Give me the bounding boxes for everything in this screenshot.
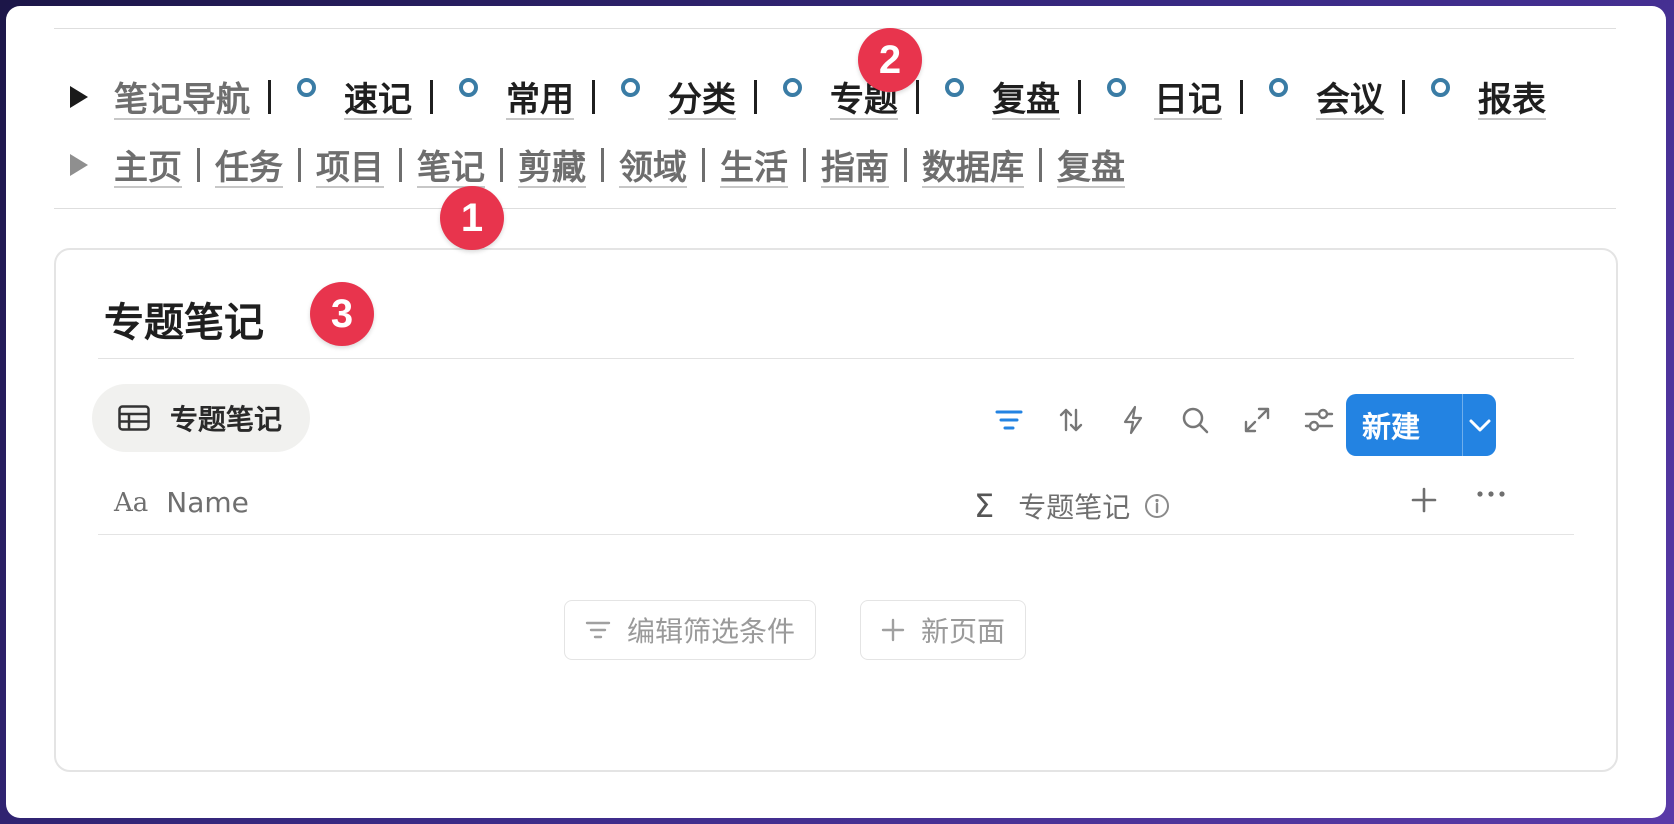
separator bbox=[592, 79, 595, 114]
nav-item-tasks[interactable]: 任务 bbox=[215, 140, 283, 189]
ellipsis-icon bbox=[1477, 491, 1505, 497]
bullet-icon bbox=[459, 78, 478, 97]
nav-item-review2[interactable]: 复盘 bbox=[1057, 140, 1125, 189]
nav-item-projects[interactable]: 项目 bbox=[316, 140, 384, 189]
separator bbox=[904, 147, 907, 182]
separator bbox=[399, 147, 402, 182]
nav-divider bbox=[54, 208, 1616, 209]
toggle-triangle-icon[interactable] bbox=[70, 85, 88, 108]
sort-icon bbox=[1059, 408, 1083, 432]
column-name-label: Name bbox=[166, 486, 249, 519]
secondary-nav: 主页 任务 项目 笔记 剪藏 领域 生活 指南 数据库 复盘 bbox=[70, 140, 1125, 189]
separator bbox=[601, 147, 604, 182]
sigma-icon: Σ bbox=[974, 487, 995, 525]
annotation-badge-1: 1 bbox=[440, 186, 504, 250]
new-button[interactable]: 新建 bbox=[1346, 394, 1496, 456]
column-header-name[interactable]: Aa Name bbox=[114, 486, 249, 519]
filter-icon bbox=[585, 621, 611, 639]
annotation-badge-3: 3 bbox=[310, 282, 374, 346]
column-header-rollup[interactable]: Σ 专题笔记 bbox=[974, 486, 1170, 526]
separator bbox=[268, 79, 271, 114]
separator bbox=[1039, 147, 1042, 182]
chevron-down-icon bbox=[1469, 419, 1490, 432]
new-page-label: 新页面 bbox=[921, 615, 1006, 648]
bullet-icon bbox=[297, 78, 316, 97]
edit-filter-label: 编辑筛选条件 bbox=[627, 615, 796, 648]
nav-title-link[interactable]: 笔记导航 bbox=[114, 72, 250, 121]
top-divider bbox=[54, 28, 1616, 29]
bullet-icon bbox=[621, 78, 640, 97]
sliders-icon bbox=[1304, 408, 1334, 432]
info-icon[interactable] bbox=[1144, 493, 1170, 519]
automation-button[interactable] bbox=[1102, 400, 1164, 440]
nav-item-review[interactable]: 复盘 bbox=[992, 72, 1060, 121]
primary-nav: 笔记导航 速记 常用 分类 专题 复盘 日记 会议 报表 bbox=[70, 72, 1546, 121]
lightning-icon bbox=[1123, 405, 1143, 435]
bullet-icon bbox=[1107, 78, 1126, 97]
new-button-label: 新建 bbox=[1362, 410, 1421, 444]
bullet-icon bbox=[1269, 78, 1288, 97]
toggle-triangle-icon[interactable] bbox=[70, 153, 88, 176]
table-header: Aa Name Σ 专题笔记 bbox=[98, 478, 1574, 535]
separator bbox=[298, 147, 301, 182]
nav-item-areas[interactable]: 领域 bbox=[619, 140, 687, 189]
column-rollup-label: 专题笔记 bbox=[1018, 491, 1131, 524]
view-tab-table[interactable]: 专题笔记 bbox=[92, 384, 311, 452]
nav-item-life[interactable]: 生活 bbox=[720, 140, 788, 189]
nav-item-category[interactable]: 分类 bbox=[668, 72, 736, 121]
nav-item-home[interactable]: 主页 bbox=[114, 140, 182, 189]
app-window: 笔记导航 速记 常用 分类 专题 复盘 日记 会议 报表 主页 任务 项目 笔记 bbox=[6, 6, 1666, 818]
separator bbox=[702, 147, 705, 182]
nav-item-diary[interactable]: 日记 bbox=[1154, 72, 1222, 121]
nav-item-quick[interactable]: 速记 bbox=[344, 72, 412, 121]
nav-item-guide[interactable]: 指南 bbox=[821, 140, 889, 189]
nav-item-report[interactable]: 报表 bbox=[1478, 72, 1546, 121]
bullet-icon bbox=[1431, 78, 1450, 97]
toolbar bbox=[978, 400, 1350, 440]
settings-button[interactable] bbox=[1288, 400, 1350, 440]
nav-item-common[interactable]: 常用 bbox=[506, 72, 574, 121]
nav-item-notes[interactable]: 笔记 bbox=[417, 140, 485, 189]
panel-divider bbox=[98, 358, 1574, 359]
separator bbox=[1078, 79, 1081, 114]
edit-filter-button[interactable]: 编辑筛选条件 bbox=[564, 600, 817, 660]
new-dropdown-toggle[interactable] bbox=[1463, 418, 1496, 432]
sort-button[interactable] bbox=[1040, 400, 1102, 440]
search-icon bbox=[1182, 407, 1209, 434]
plus-icon bbox=[1411, 487, 1437, 513]
separator bbox=[197, 147, 200, 182]
nav-item-clips[interactable]: 剪藏 bbox=[518, 140, 586, 189]
search-button[interactable] bbox=[1164, 400, 1226, 440]
expand-button[interactable] bbox=[1226, 400, 1288, 440]
table-icon bbox=[118, 405, 150, 431]
database-panel: 专题笔记 专题笔记 新建 Aa Name Σ 专题笔记 编辑筛选条件 新页面 bbox=[54, 248, 1618, 772]
separator bbox=[430, 79, 433, 114]
filter-button[interactable] bbox=[978, 400, 1040, 440]
plus-icon bbox=[881, 618, 905, 642]
separator bbox=[754, 79, 757, 114]
new-page-button[interactable]: 新页面 bbox=[860, 600, 1027, 660]
expand-icon bbox=[1244, 407, 1270, 433]
annotation-badge-2: 2 bbox=[858, 28, 922, 92]
bullet-icon bbox=[945, 78, 964, 97]
separator bbox=[803, 147, 806, 182]
separator bbox=[916, 79, 919, 114]
nav-item-meeting[interactable]: 会议 bbox=[1316, 72, 1384, 121]
panel-title: 专题笔记 bbox=[104, 300, 264, 346]
text-property-icon: Aa bbox=[114, 487, 149, 518]
add-column-button[interactable] bbox=[1410, 482, 1438, 523]
more-options-button[interactable] bbox=[1476, 480, 1506, 516]
separator bbox=[1402, 79, 1405, 114]
separator bbox=[500, 147, 503, 182]
filter-icon bbox=[995, 410, 1023, 430]
nav-item-database[interactable]: 数据库 bbox=[922, 140, 1024, 189]
bullet-icon bbox=[783, 78, 802, 97]
view-tab-label: 专题笔记 bbox=[170, 403, 283, 436]
separator bbox=[1240, 79, 1243, 114]
